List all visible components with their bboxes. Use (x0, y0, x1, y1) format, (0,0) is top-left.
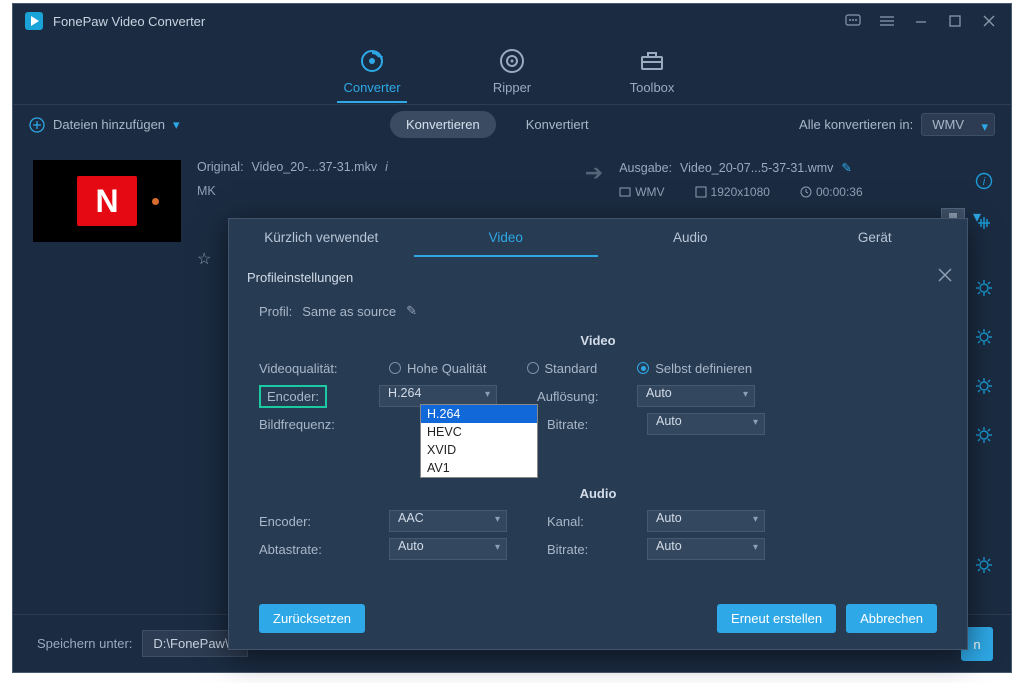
resolution-select[interactable]: Auto▾ (637, 385, 755, 407)
titlebar: FonePaw Video Converter (13, 4, 1011, 38)
converter-icon (337, 46, 407, 76)
chevron-down-icon: ▾ (495, 542, 500, 553)
audio-bitrate-label: Bitrate: (547, 542, 647, 557)
tab-convert[interactable]: Konvertieren (390, 111, 496, 138)
chevron-down-icon: ▾ (753, 417, 758, 428)
audio-section-title: Audio (229, 486, 967, 501)
channel-select[interactable]: Auto▾ (647, 510, 765, 532)
samplerate-label: Abtastrate: (259, 542, 389, 557)
maximize-button[interactable] (943, 9, 967, 33)
original-label: Original: (197, 160, 244, 174)
nav-toolbox[interactable]: Toolbox (617, 46, 687, 104)
chevron-down-icon: ▾ (485, 389, 490, 400)
chevron-down-icon: ▾ (753, 542, 758, 553)
audio-bitrate-select[interactable]: Auto▾ (647, 538, 765, 560)
nav-converter[interactable]: Converter (337, 46, 407, 104)
source-format-prefix: MK (197, 184, 569, 198)
close-icon[interactable] (937, 267, 953, 283)
encoder-option-hevc[interactable]: HEVC (421, 423, 537, 441)
save-label: Speichern unter: (37, 636, 132, 651)
add-files-label: Dateien hinzufügen (53, 117, 165, 132)
cancel-button[interactable]: Abbrechen (846, 604, 937, 633)
nav-label: Toolbox (617, 80, 687, 95)
tab-device[interactable]: Gerät (783, 219, 968, 257)
video-thumbnail[interactable]: N (33, 160, 181, 242)
file-format: WMV (635, 185, 664, 199)
reset-button[interactable]: Zurücksetzen (259, 604, 365, 633)
plus-circle-icon (29, 117, 45, 133)
tab-recent[interactable]: Kürzlich verwendet (229, 219, 414, 257)
encoder-option-xvid[interactable]: XVID (421, 441, 537, 459)
edit-icon[interactable]: ✎ (841, 160, 851, 175)
add-files-button[interactable]: Dateien hinzufügen ▾ (29, 117, 180, 133)
file-duration: 00:00:36 (816, 185, 863, 199)
nav-ripper[interactable]: Ripper (477, 46, 547, 104)
framerate-label: Bildfrequenz: (259, 417, 389, 432)
tab-audio[interactable]: Audio (598, 219, 783, 257)
clock-icon (800, 186, 812, 198)
chevron-down-icon[interactable]: ▾ (973, 207, 981, 227)
chevron-down-icon: ▾ (495, 514, 500, 525)
resolution-label: Auflösung: (537, 389, 637, 404)
info-icon[interactable]: i (385, 160, 388, 174)
feedback-icon[interactable] (841, 9, 865, 33)
gear-icon[interactable] (975, 279, 993, 297)
videoquality-label: Videoqualität: (259, 361, 389, 376)
sub-toolbar: Dateien hinzufügen ▾ Konvertieren Konver… (13, 104, 1011, 144)
star-icon[interactable]: ☆ (197, 249, 211, 269)
top-navigation: Converter Ripper Toolbox (13, 38, 1011, 104)
encoder-option-av1[interactable]: AV1 (421, 459, 537, 477)
chevron-down-icon: ▾ (743, 389, 748, 400)
profile-value: Same as source (302, 304, 396, 319)
radio-custom[interactable]: Selbst definieren (637, 361, 752, 376)
gear-icon[interactable] (975, 426, 993, 444)
modal-tabs: Kürzlich verwendet Video Audio Gerät (229, 219, 967, 257)
menu-icon[interactable] (875, 9, 899, 33)
recreate-button[interactable]: Erneut erstellen (717, 604, 836, 633)
chevron-down-icon: ▾ (981, 119, 988, 135)
nav-label: Ripper (477, 80, 547, 95)
app-title: FonePaw Video Converter (53, 14, 205, 29)
video-section-title: Video (229, 333, 967, 348)
radio-high-quality[interactable]: Hohe Qualität (389, 361, 487, 376)
gear-icon[interactable] (975, 377, 993, 395)
profile-settings-modal: Kürzlich verwendet Video Audio Gerät Pro… (228, 218, 968, 650)
edit-icon[interactable]: ✎ (406, 303, 417, 319)
audio-encoder-label: Encoder: (259, 514, 389, 529)
ripper-icon (477, 46, 547, 76)
modal-title: Profileinstellungen (247, 270, 353, 285)
minimize-button[interactable] (909, 9, 933, 33)
output-label: Ausgabe: (619, 161, 672, 175)
info-circle-icon[interactable]: i (975, 172, 993, 190)
encoder-option-h264[interactable]: H.264 (421, 405, 537, 423)
channel-label: Kanal: (547, 514, 647, 529)
close-button[interactable] (977, 9, 1001, 33)
video-bitrate-select[interactable]: Auto▾ (647, 413, 765, 435)
encoder-label: Encoder: (259, 385, 327, 408)
file-resolution: 1920x1080 (711, 185, 770, 199)
radio-standard[interactable]: Standard (527, 361, 598, 376)
svg-text:i: i (983, 176, 986, 188)
resolution-icon (695, 186, 707, 198)
nav-label: Converter (337, 80, 407, 95)
encoder-dropdown-list: H.264 HEVC XVID AV1 (420, 404, 538, 478)
audio-encoder-select[interactable]: AAC▾ (389, 510, 507, 532)
chevron-down-icon: ▾ (753, 514, 758, 525)
app-logo-icon (23, 10, 45, 32)
original-filename: Video_20-...37-31.mkv (252, 160, 378, 174)
samplerate-select[interactable]: Auto▾ (389, 538, 507, 560)
profile-label: Profil: (259, 304, 292, 319)
convert-all-label: Alle konvertieren in: (799, 117, 913, 132)
output-format-select[interactable]: WMV ▾ (921, 113, 995, 136)
tab-video[interactable]: Video (414, 219, 599, 257)
toolbox-icon (617, 46, 687, 76)
gear-icon[interactable] (975, 328, 993, 346)
tab-converted[interactable]: Konvertiert (526, 111, 589, 138)
format-icon (619, 186, 631, 198)
gear-icon[interactable] (975, 556, 993, 574)
output-filename: Video_20-07...5-37-31.wmv (680, 161, 833, 175)
bitrate-label: Bitrate: (547, 417, 647, 432)
output-format-value: WMV (932, 117, 964, 132)
